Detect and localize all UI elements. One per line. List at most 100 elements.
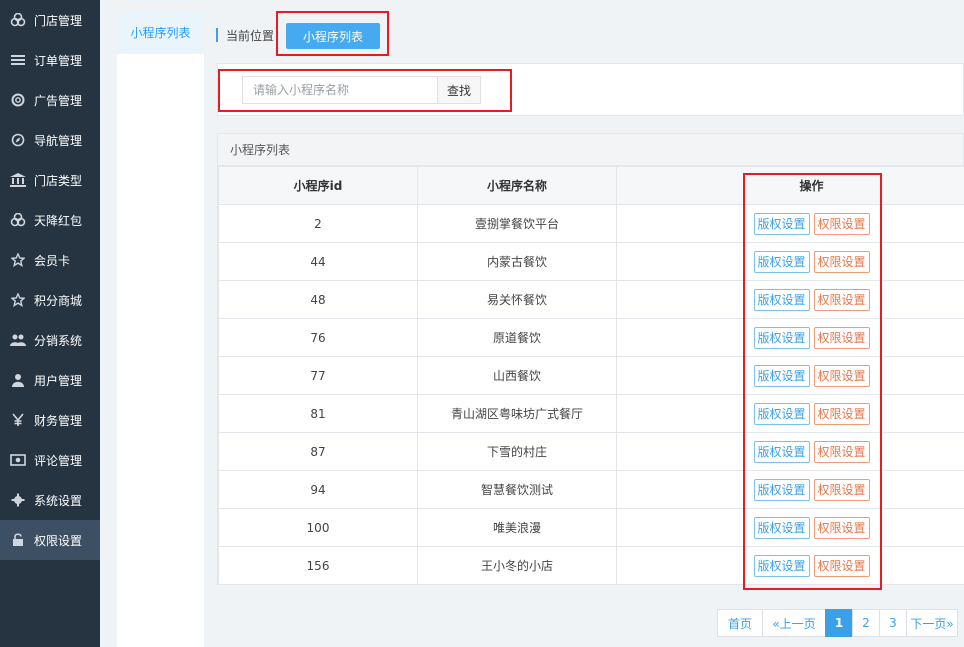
sidebar-item-7[interactable]: 积分商城	[0, 280, 100, 320]
sidebar-item-13[interactable]: 权限设置	[0, 520, 100, 560]
cell-name: 王小冬的小店	[417, 546, 617, 585]
pagination-first[interactable]: 首页	[717, 609, 763, 637]
search-input[interactable]	[242, 76, 438, 104]
column-header-blank	[616, 166, 749, 205]
sidebar-item-0[interactable]: 门店管理	[0, 0, 100, 40]
sidebar-item-label: 分销系统	[34, 333, 83, 348]
cell-name: 壹捌掌餐饮平台	[417, 204, 617, 243]
sidebar: 门店管理订单管理广告管理 导航管理 门店类型天降红包会员卡 积分商城分销系统用户管理财…	[0, 0, 100, 647]
pagination-page-1[interactable]: 1	[825, 609, 853, 637]
permission-settings-button[interactable]: 权限设置	[813, 440, 870, 463]
cell-id: 77	[218, 356, 418, 395]
table-row: 44 内蒙古餐饮 版权设置 权限设置	[218, 242, 964, 281]
table-row: 48 易关怀餐饮 版权设置 权限设置	[218, 280, 964, 319]
sidebar-item-9[interactable]: 用户管理	[0, 360, 100, 400]
pagination-next[interactable]: 下一页»	[906, 609, 958, 637]
copyright-settings-button[interactable]: 版权设置	[753, 554, 810, 577]
table-row: 2 壹捌掌餐饮平台 版权设置 权限设置	[218, 204, 964, 243]
cell-name: 山西餐饮	[417, 356, 617, 395]
sub-navigation: 小程序列表	[117, 12, 204, 647]
cell-name: 内蒙古餐饮	[417, 242, 617, 281]
table-row: 87 下雪的村庄 版权设置 权限设置	[218, 432, 964, 471]
gear-icon	[8, 492, 28, 508]
cell-blank	[616, 356, 749, 395]
permission-settings-button[interactable]: 权限设置	[813, 554, 870, 577]
sidebar-item-3[interactable]: 导航管理	[0, 120, 100, 160]
cell-id: 2	[218, 204, 418, 243]
cell-actions: 版权设置 权限设置	[748, 356, 964, 395]
sidebar-item-label: 订单管理	[34, 53, 83, 68]
copyright-settings-button[interactable]: 版权设置	[753, 326, 810, 349]
column-header-name: 小程序名称	[417, 166, 617, 205]
breadcrumb-label: 当前位置	[226, 28, 275, 43]
copyright-settings-button[interactable]: 版权设置	[753, 440, 810, 463]
permission-settings-button[interactable]: 权限设置	[813, 250, 870, 273]
sidebar-item-8[interactable]: 分销系统	[0, 320, 100, 360]
lifebuoy-icon	[8, 92, 28, 108]
cell-name: 唯美浪漫	[417, 508, 617, 547]
star-icon	[8, 292, 28, 308]
table-row: 76 原道餐饮 版权设置 权限设置	[218, 318, 964, 357]
copyright-settings-button[interactable]: 版权设置	[753, 288, 810, 311]
permission-settings-button[interactable]: 权限设置	[813, 212, 870, 235]
cell-name: 下雪的村庄	[417, 432, 617, 471]
cell-actions: 版权设置 权限设置	[748, 508, 964, 547]
permission-settings-button[interactable]: 权限设置	[813, 364, 870, 387]
cell-actions: 版权设置 权限设置	[748, 318, 964, 357]
sidebar-item-1[interactable]: 订单管理	[0, 40, 100, 80]
search-button[interactable]: 查找	[437, 76, 481, 104]
copyright-settings-button[interactable]: 版权设置	[753, 478, 810, 501]
copyright-settings-button[interactable]: 版权设置	[753, 212, 810, 235]
cell-id: 48	[218, 280, 418, 319]
cell-id: 156	[218, 546, 418, 585]
money-icon	[8, 452, 28, 468]
permission-settings-button[interactable]: 权限设置	[813, 326, 870, 349]
sidebar-item-label: 门店管理	[34, 13, 83, 28]
cell-blank	[616, 318, 749, 357]
unlock-icon	[8, 532, 28, 548]
table-row: 94 智慧餐饮测试 版权设置 权限设置	[218, 470, 964, 509]
permission-settings-button[interactable]: 权限设置	[813, 288, 870, 311]
compass-icon	[8, 132, 28, 148]
copyright-settings-button[interactable]: 版权设置	[753, 250, 810, 273]
sidebar-item-label: 天降红包	[34, 213, 83, 228]
pagination-prev[interactable]: «上一页	[762, 609, 826, 637]
cell-actions: 版权设置 权限设置	[748, 280, 964, 319]
cell-name: 智慧餐饮测试	[417, 470, 617, 509]
table-header-row: 小程序id 小程序名称 操作	[218, 166, 964, 205]
cell-id: 87	[218, 432, 418, 471]
subnav-item-miniprogram-list[interactable]: 小程序列表	[117, 12, 204, 54]
sidebar-item-label: 权限设置	[34, 533, 83, 548]
pagination-page-3[interactable]: 3	[879, 609, 907, 637]
cell-id: 76	[218, 318, 418, 357]
store-group-icon	[8, 212, 28, 228]
sidebar-item-6[interactable]: 会员卡	[0, 240, 100, 280]
cell-blank	[616, 280, 749, 319]
sidebar-item-11[interactable]: 评论管理	[0, 440, 100, 480]
cell-actions: 版权设置 权限设置	[748, 204, 964, 243]
sidebar-item-12[interactable]: 系统设置	[0, 480, 100, 520]
sidebar-item-label: 用户管理	[34, 373, 83, 388]
permission-settings-button[interactable]: 权限设置	[813, 516, 870, 539]
sidebar-item-2[interactable]: 广告管理	[0, 80, 100, 120]
breadcrumb-current-button[interactable]: 小程序列表	[286, 23, 380, 49]
pagination: 首页 «上一页 1 2 3 下一页»	[717, 609, 958, 637]
copyright-settings-button[interactable]: 版权设置	[753, 364, 810, 387]
cell-blank	[616, 432, 749, 471]
table-row: 100 唯美浪漫 版权设置 权限设置	[218, 508, 964, 547]
cell-actions: 版权设置 权限设置	[748, 394, 964, 433]
pagination-page-2[interactable]: 2	[852, 609, 880, 637]
permission-settings-button[interactable]: 权限设置	[813, 478, 870, 501]
cell-blank	[616, 394, 749, 433]
copyright-settings-button[interactable]: 版权设置	[753, 402, 810, 425]
column-header-id: 小程序id	[218, 166, 418, 205]
row-action-group: 版权设置 权限设置	[749, 516, 964, 539]
sidebar-item-4[interactable]: 门店类型	[0, 160, 100, 200]
permission-settings-button[interactable]: 权限设置	[813, 402, 870, 425]
table-row: 81 青山湖区粤味坊广式餐厅 版权设置 权限设置	[218, 394, 964, 433]
sidebar-item-10[interactable]: 财务管理	[0, 400, 100, 440]
row-action-group: 版权设置 权限设置	[749, 440, 964, 463]
copyright-settings-button[interactable]: 版权设置	[753, 516, 810, 539]
sidebar-item-label: 系统设置	[34, 493, 83, 508]
sidebar-item-5[interactable]: 天降红包	[0, 200, 100, 240]
